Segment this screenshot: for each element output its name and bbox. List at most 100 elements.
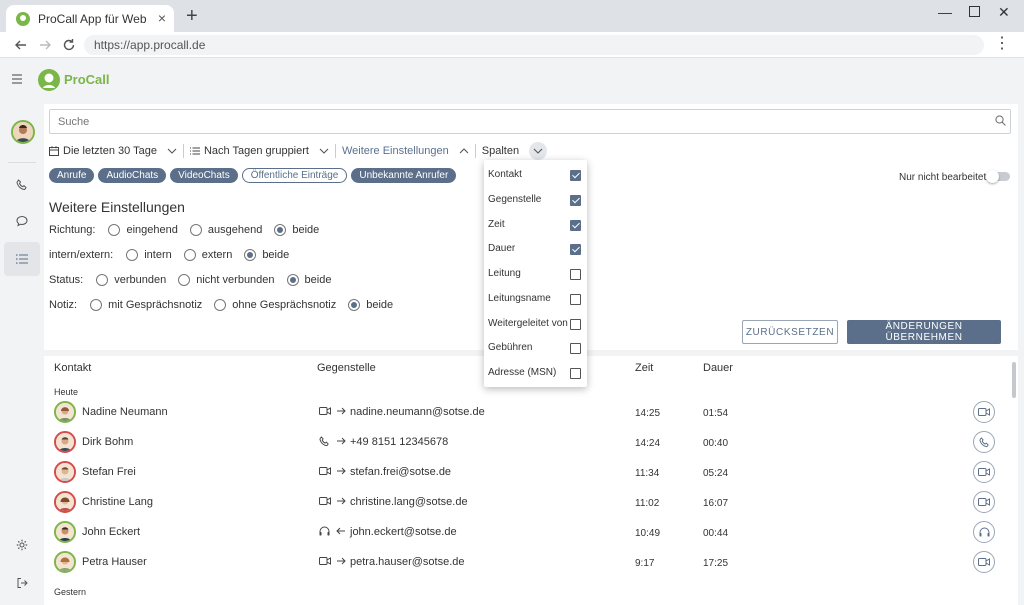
table-row[interactable]: Dirk Bohm +49 8151 12345678 14:24 00:40 xyxy=(44,428,1008,458)
radio-outgoing[interactable] xyxy=(189,224,202,236)
phone-call-button[interactable] xyxy=(973,431,995,453)
video-call-button[interactable] xyxy=(973,491,995,513)
maximize-icon[interactable] xyxy=(969,6,980,17)
chevron-up-icon xyxy=(459,148,469,154)
column-checkbox[interactable] xyxy=(570,269,581,280)
column-header-remote[interactable]: Gegenstelle xyxy=(317,362,376,374)
radio-intext-both[interactable] xyxy=(244,249,257,261)
column-option-remote[interactable]: Gegenstelle xyxy=(484,187,587,211)
list-icon xyxy=(189,147,200,155)
call-time: 11:02 xyxy=(635,498,660,509)
column-checkbox[interactable] xyxy=(570,343,581,354)
avatar xyxy=(54,551,76,573)
outgoing-arrow-icon xyxy=(336,556,346,566)
audio-chat-button[interactable] xyxy=(973,521,995,543)
video-icon xyxy=(319,406,331,416)
chip-calls[interactable]: Anrufe xyxy=(49,168,95,183)
grouping-filter[interactable]: Nach Tagen gruppiert xyxy=(189,145,329,157)
sidebar-item-chat[interactable] xyxy=(4,204,40,238)
radio-internal[interactable] xyxy=(126,249,139,261)
sidebar-item-logout[interactable] xyxy=(4,566,40,600)
phone-icon xyxy=(16,179,28,191)
column-header-contact[interactable]: Kontakt xyxy=(54,362,91,374)
sidebar-item-journal[interactable] xyxy=(4,242,40,276)
columns-toggle[interactable]: Spalten xyxy=(482,142,548,160)
sidebar-item-settings[interactable] xyxy=(4,528,40,562)
user-avatar[interactable] xyxy=(11,120,35,144)
table-row[interactable]: John Eckert john.eckert@sotse.de 10:49 0… xyxy=(44,518,1008,548)
table-row[interactable]: Petra Hauser petra.hauser@sotse.de 9:17 … xyxy=(44,548,1008,578)
contact-name: Dirk Bohm xyxy=(82,436,134,448)
radio-status-both[interactable] xyxy=(286,274,299,286)
table-row[interactable]: Stefan Frei stefan.frei@sotse.de 11:34 0… xyxy=(44,458,1008,488)
search-input[interactable] xyxy=(49,109,1011,134)
reload-icon[interactable] xyxy=(60,36,78,54)
radio-connected[interactable] xyxy=(96,274,109,286)
column-option-contact[interactable]: Kontakt xyxy=(484,162,587,186)
sidebar xyxy=(0,102,44,605)
column-option-line[interactable]: Leitung xyxy=(484,261,587,285)
filter-bar: Die letzten 30 Tage Nach Tagen gruppiert… xyxy=(49,142,548,160)
radio-incoming[interactable] xyxy=(108,224,121,236)
contact-name: Stefan Frei xyxy=(82,466,136,478)
radio-external[interactable] xyxy=(183,249,196,261)
column-option-duration[interactable]: Dauer xyxy=(484,236,587,260)
video-call-button[interactable] xyxy=(973,551,995,573)
apply-changes-button[interactable]: ÄNDERUNGEN ÜBERNEHMEN xyxy=(847,320,1001,344)
column-header-time[interactable]: Zeit xyxy=(635,362,653,374)
column-checkbox[interactable] xyxy=(570,244,581,255)
search-icon[interactable] xyxy=(995,115,1006,126)
new-tab-icon[interactable]: + xyxy=(186,6,198,26)
radio-with-note[interactable] xyxy=(90,299,103,311)
chip-public-entries[interactable]: Öffentliche Einträge xyxy=(241,168,348,183)
radio-not-connected[interactable] xyxy=(178,274,191,286)
column-option-fees[interactable]: Gebühren xyxy=(484,335,587,359)
period-filter[interactable]: Die letzten 30 Tage xyxy=(49,145,177,157)
procall-favicon-icon xyxy=(16,11,30,26)
column-checkbox[interactable] xyxy=(570,368,581,379)
table-row[interactable]: Christine Lang christine.lang@sotse.de 1… xyxy=(44,488,1008,518)
browser-tab[interactable]: ProCall App für Web × xyxy=(6,5,174,32)
column-option-time[interactable]: Zeit xyxy=(484,212,587,236)
outgoing-arrow-icon xyxy=(336,436,346,446)
column-checkbox[interactable] xyxy=(570,319,581,330)
back-arrow-icon[interactable] xyxy=(12,36,30,54)
column-option-forwarded-from[interactable]: Weitergeleitet von xyxy=(484,311,587,335)
chip-videochats[interactable]: VideoChats xyxy=(170,168,238,183)
video-call-button[interactable] xyxy=(973,401,995,423)
column-option-msn[interactable]: Adresse (MSN) xyxy=(484,360,587,384)
radio-direction-both[interactable] xyxy=(274,224,287,236)
column-header-duration[interactable]: Dauer xyxy=(703,362,733,374)
radio-intext-both-label: beide xyxy=(262,249,290,261)
close-tab-icon[interactable]: × xyxy=(158,11,166,25)
hamburger-menu-icon[interactable] xyxy=(12,74,24,84)
column-option-line-name[interactable]: Leitungsname xyxy=(484,286,587,310)
table-row[interactable]: Nadine Neumann nadine.neumann@sotse.de 1… xyxy=(44,398,1008,428)
video-call-button[interactable] xyxy=(973,461,995,483)
column-checkbox[interactable] xyxy=(570,170,581,181)
chip-audiochats[interactable]: AudioChats xyxy=(98,168,167,183)
direction-row: Richtung: eingehend ausgehend beide xyxy=(49,224,325,236)
more-settings-toggle[interactable]: Weitere Einstellungen xyxy=(342,145,469,157)
table-scrollbar[interactable] xyxy=(1012,362,1016,398)
call-time: 14:24 xyxy=(635,438,661,449)
chip-unknown-callers[interactable]: Unbekannte Anrufer xyxy=(351,168,457,183)
outgoing-arrow-icon xyxy=(336,496,346,506)
avatar xyxy=(54,461,76,483)
column-checkbox[interactable] xyxy=(570,220,581,231)
column-checkbox[interactable] xyxy=(570,294,581,305)
address-bar[interactable]: https://app.procall.de xyxy=(84,35,984,55)
minimize-icon[interactable]: — xyxy=(938,5,952,19)
remote-address: john.eckert@sotse.de xyxy=(350,526,457,538)
video-icon xyxy=(319,496,331,506)
browser-menu-icon[interactable]: ⋮ xyxy=(994,36,1010,52)
forward-arrow-icon[interactable] xyxy=(36,36,54,54)
column-checkbox[interactable] xyxy=(570,195,581,206)
radio-without-note[interactable] xyxy=(214,299,227,311)
reset-button[interactable]: ZURÜCKSETZEN xyxy=(742,320,838,344)
radio-note-both[interactable] xyxy=(348,299,361,311)
unprocessed-only-toggle[interactable] xyxy=(986,170,1010,183)
contact-name: Nadine Neumann xyxy=(82,406,168,418)
close-window-icon[interactable]: ✕ xyxy=(998,5,1010,19)
sidebar-item-calls[interactable] xyxy=(4,168,40,202)
